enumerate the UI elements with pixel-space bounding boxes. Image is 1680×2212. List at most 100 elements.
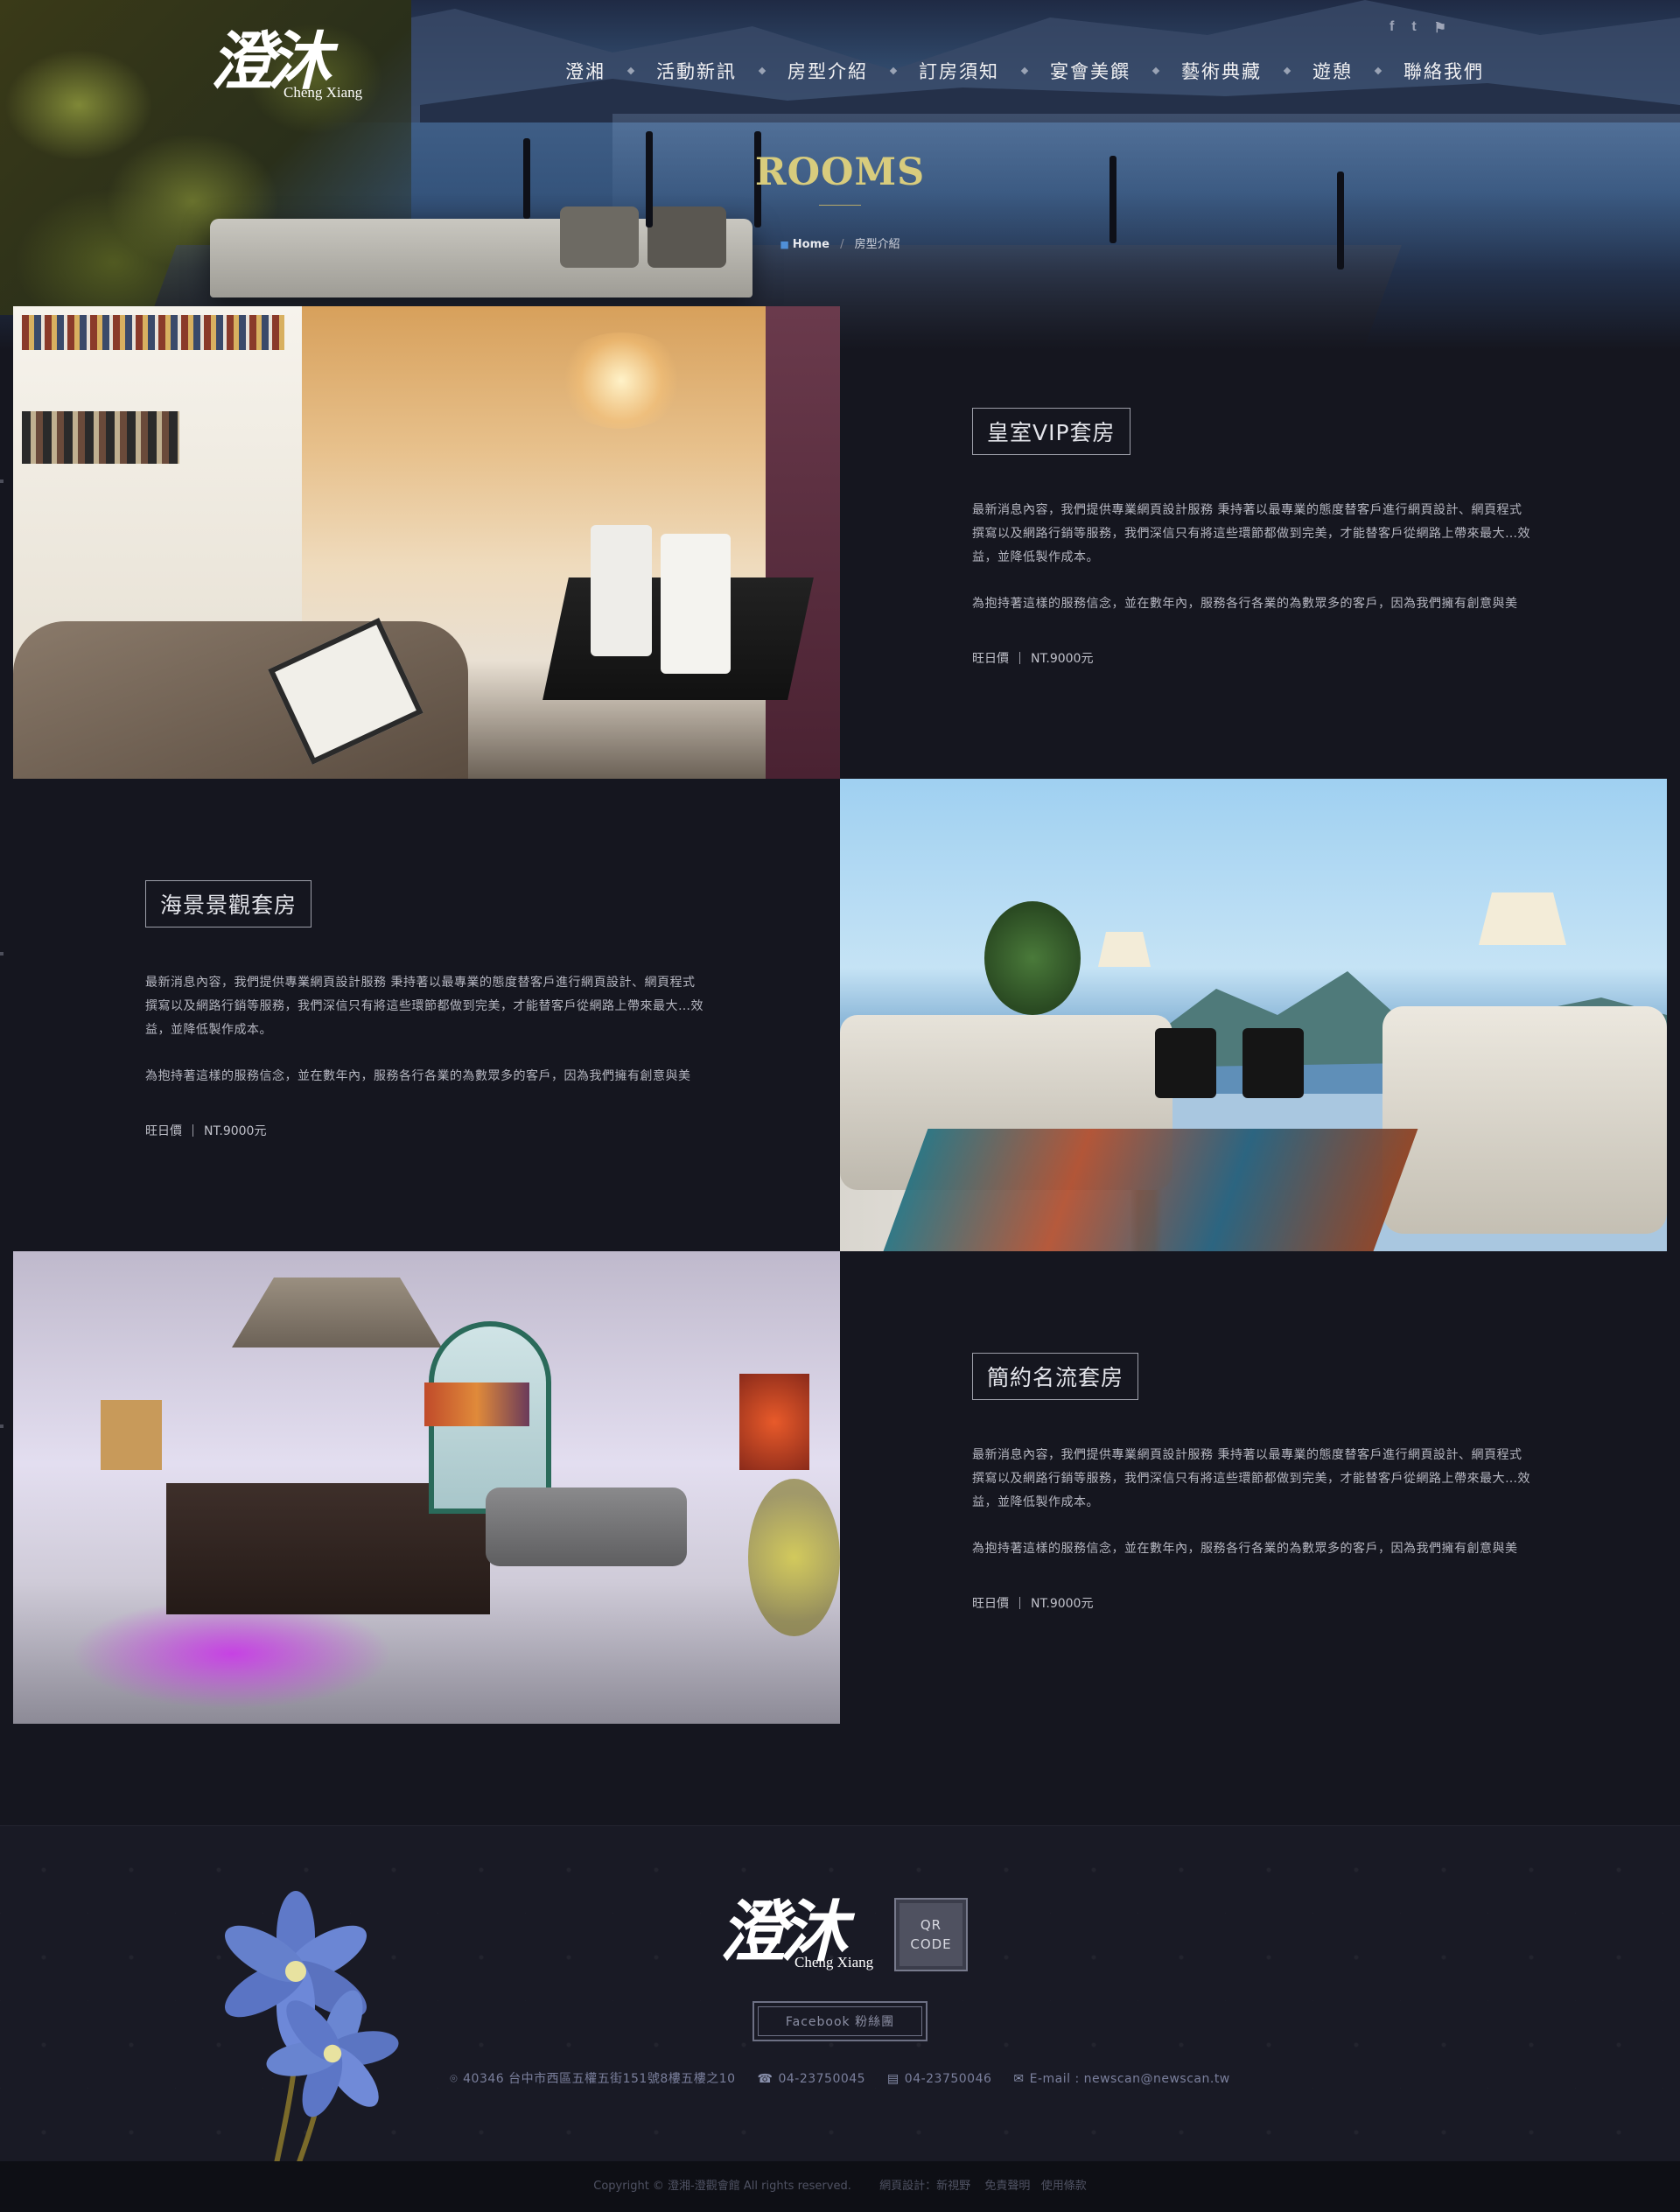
map-pin-icon: ⌾ <box>450 2072 458 2086</box>
qr-code[interactable]: QR CODE <box>894 1898 968 1971</box>
room-description: 最新消息內容，我們提供專業網頁設計服務 秉持著以最專業的態度替客戶進行網頁設計、… <box>972 1448 1530 1509</box>
black-chair <box>1242 1028 1304 1098</box>
white-sofa <box>1382 1006 1667 1234</box>
breadcrumb-current: 房型介紹 <box>854 238 900 251</box>
address-text: 40346 台中市西區五權五街151號8樓五樓之10 <box>463 2072 736 2086</box>
nav-separator <box>1020 66 1029 75</box>
price-divider <box>1019 1597 1020 1609</box>
fax-icon: ▤ <box>887 2072 900 2086</box>
terms-link[interactable]: 使用條款 <box>1041 2180 1087 2193</box>
phone-item: ☎ 04-23750045 <box>758 2072 866 2086</box>
site-footer: 澄沐 Cheng Xiang QR CODE Facebook 粉絲團 ⌾ 403… <box>0 1825 1680 2167</box>
nav-separator <box>758 66 766 75</box>
room-description-extra: 為抱持著這樣的服務信念，並在數年內，服務各行各業的為數眾多的客戶，因為我們擁有創… <box>972 1542 1518 1556</box>
nav-separator <box>626 66 635 75</box>
room-description: 最新消息內容，我們提供專業網頁設計服務 秉持著以最專業的態度替客戶進行網頁設計、… <box>145 976 704 1037</box>
nav-separator <box>1374 66 1382 75</box>
book-row <box>22 315 284 350</box>
price-label: 旺日價 <box>145 1124 182 1138</box>
wall-art <box>424 1382 529 1426</box>
qr-label-line2: CODE <box>910 1936 952 1952</box>
page-title: ROOMS <box>754 150 926 194</box>
twitter-icon[interactable]: t <box>1411 19 1416 37</box>
price-divider <box>1019 652 1020 664</box>
wall-art <box>739 1374 809 1470</box>
floor-lamp <box>1479 892 1566 945</box>
fax-text: 04-23750046 <box>904 2072 992 2086</box>
disclaimer-link[interactable]: 免責聲明 <box>984 2180 1030 2193</box>
room-info-seaview: 海景景觀套房 最新消息內容，我們提供專業網頁設計服務 秉持著以最專業的態度替客戶… <box>145 880 705 1139</box>
plant <box>984 901 1081 1015</box>
nav-item-leisure[interactable]: 遊憩 <box>1312 58 1353 84</box>
price-value: NT.9000元 <box>204 1124 267 1138</box>
price-label: 旺日價 <box>972 1597 1009 1611</box>
home-icon: ■ <box>780 239 789 250</box>
range-hood <box>232 1278 442 1348</box>
nav-item-dining[interactable]: 宴會美饌 <box>1050 58 1130 84</box>
nav-item-news[interactable]: 活動新訊 <box>656 58 737 84</box>
footer-logo[interactable]: 澄沐 Cheng Xiang <box>719 1893 894 1980</box>
floor-lamp <box>1098 932 1151 967</box>
black-chair <box>1155 1028 1216 1098</box>
dining-chair <box>591 525 652 656</box>
chandelier <box>556 332 687 429</box>
knife-block <box>101 1400 162 1470</box>
nav-item-contact[interactable]: 聯絡我們 <box>1404 58 1484 84</box>
grey-sofa <box>486 1488 687 1566</box>
dining-chair <box>661 534 731 674</box>
room-price: 旺日價 NT.9000元 <box>972 1594 1532 1612</box>
room-name[interactable]: 皇室VIP套房 <box>972 408 1130 455</box>
nav-item-art[interactable]: 藝術典藏 <box>1181 58 1262 84</box>
phone-icon: ☎ <box>757 2072 774 2086</box>
email-link[interactable]: E-mail : newscan@newscan.tw <box>1030 2072 1230 2086</box>
side-marker <box>0 1424 4 1428</box>
facebook-icon[interactable]: f <box>1390 19 1394 37</box>
design-credit-link[interactable]: 網頁設計：新視野 <box>879 2180 970 2193</box>
room-name[interactable]: 簡約名流套房 <box>972 1353 1139 1400</box>
flag-icon[interactable]: ⚑ <box>1434 19 1446 37</box>
contact-info: ⌾ 40346 台中市西區五權五街151號8樓五樓之10 ☎ 04-23750045… <box>0 2069 1680 2087</box>
room-info-vip: 皇室VIP套房 最新消息內容，我們提供專業網頁設計服務 秉持著以最專業的態度替客… <box>972 408 1532 667</box>
room-photo-vip <box>13 306 840 779</box>
nav-item-rooms[interactable]: 房型介紹 <box>788 58 868 84</box>
flower-illustration <box>225 1891 399 2167</box>
nav-item-home[interactable]: 澄湘 <box>565 58 606 84</box>
purple-wall <box>766 306 840 779</box>
breadcrumb: ■ Home / 房型介紹 <box>0 234 1680 251</box>
book-row <box>22 411 179 464</box>
price-label: 旺日價 <box>972 652 1009 666</box>
main-nav: 澄湘 活動新訊 房型介紹 訂房須知 宴會美饌 藝術典藏 遊憩 聯絡我們 <box>565 58 1484 84</box>
price-divider <box>192 1124 193 1137</box>
title-underline <box>819 205 861 206</box>
room-description-extra: 為抱持著這樣的服務信念，並在數年內，服務各行各業的為數眾多的客戶，因為我們擁有創… <box>145 1069 691 1083</box>
room-description-extra: 為抱持著這樣的服務信念，並在數年內，服務各行各業的為數眾多的客戶，因為我們擁有創… <box>972 597 1518 611</box>
room-photo-classic <box>13 1251 840 1724</box>
footer-logo-subtitle: Cheng Xiang <box>794 1954 874 1970</box>
address-item: ⌾ 40346 台中市西區五權五街151號8樓五樓之10 <box>450 2072 735 2086</box>
hero-banner: 澄沐 Cheng Xiang f t ⚑ 澄湘 活動新訊 房型介紹 訂房須知 宴… <box>0 0 1680 350</box>
room-name[interactable]: 海景景觀套房 <box>145 880 312 928</box>
room-price: 旺日價 NT.9000元 <box>145 1122 705 1139</box>
room-photo-seaview <box>840 779 1667 1251</box>
rug <box>883 1129 1418 1251</box>
copyright-bar: Copyright © 澄湘-澄觀會館 All rights reserved.… <box>0 2161 1680 2212</box>
nav-separator <box>1283 66 1292 75</box>
side-marker <box>0 952 4 956</box>
nav-separator <box>1152 66 1160 75</box>
breadcrumb-home[interactable]: Home <box>793 238 830 251</box>
breadcrumb-separator: / <box>840 238 844 251</box>
price-value: NT.9000元 <box>1031 652 1094 666</box>
phone-text: 04-23750045 <box>778 2072 866 2086</box>
nav-item-booking[interactable]: 訂房須知 <box>919 58 999 84</box>
site-logo[interactable]: 澄沐 Cheng Xiang <box>210 26 368 105</box>
logo-subtitle: Cheng Xiang <box>284 84 363 101</box>
mail-icon: ✉ <box>1013 2072 1025 2086</box>
email-item: ✉ E-mail : newscan@newscan.tw <box>1013 2072 1229 2086</box>
price-value: NT.9000元 <box>1031 1597 1094 1611</box>
social-links: f t ⚑ <box>1390 19 1446 37</box>
copyright-text: Copyright © 澄湘-澄觀會館 All rights reserved. <box>593 2180 851 2193</box>
qr-label-line1: QR <box>920 1917 942 1933</box>
room-info-classic: 簡約名流套房 最新消息內容，我們提供專業網頁設計服務 秉持著以最專業的態度替客戶… <box>972 1353 1532 1612</box>
facebook-fanpage-button[interactable]: Facebook 粉絲團 <box>752 2001 928 2041</box>
nav-separator <box>889 66 898 75</box>
